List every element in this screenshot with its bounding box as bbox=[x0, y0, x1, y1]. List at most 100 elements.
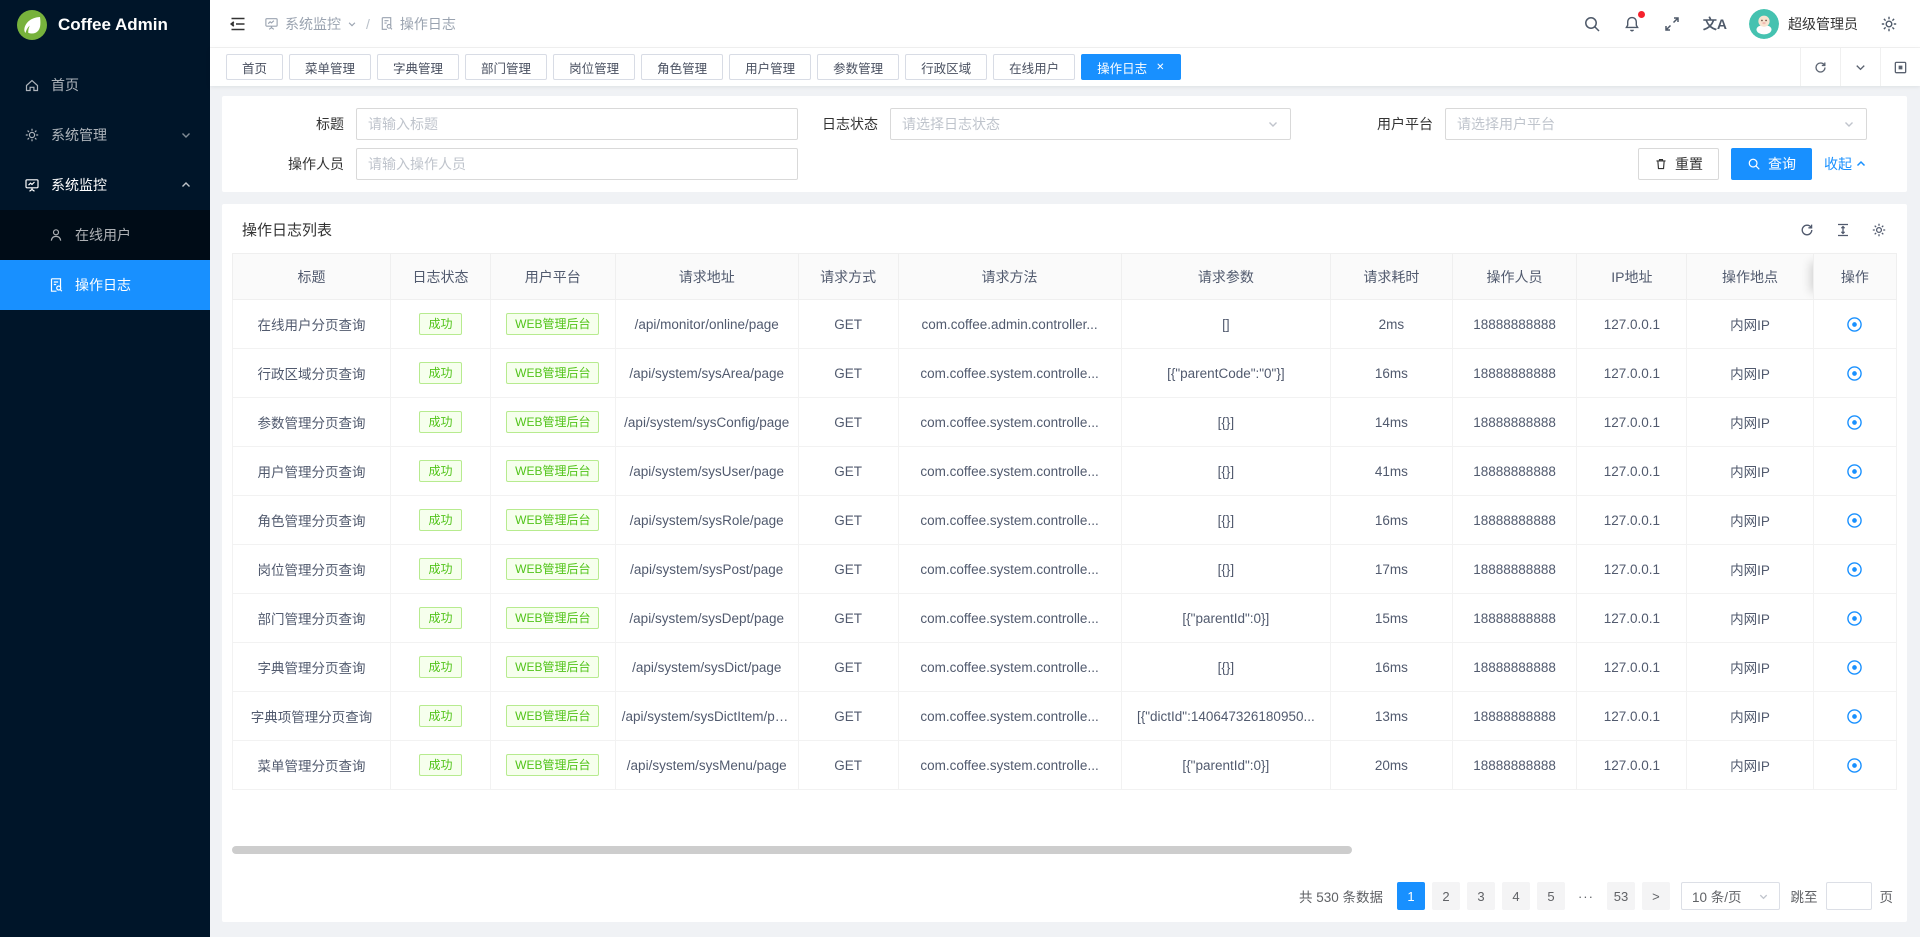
log-status-tag: 成功 bbox=[391, 447, 491, 496]
fullscreen-icon[interactable] bbox=[1663, 15, 1681, 33]
view-detail-eye-icon[interactable] bbox=[1846, 561, 1863, 578]
view-detail-eye-icon[interactable] bbox=[1846, 757, 1863, 774]
tab-菜单管理[interactable]: 菜单管理 bbox=[289, 54, 371, 80]
view-detail-eye-icon[interactable] bbox=[1846, 610, 1863, 627]
user-platform-tag: WEB管理后台 bbox=[490, 594, 615, 643]
view-detail-eye-icon[interactable] bbox=[1846, 463, 1863, 480]
breadcrumb-separator: / bbox=[366, 16, 370, 32]
tab-部门管理[interactable]: 部门管理 bbox=[465, 54, 547, 80]
view-detail-eye-icon[interactable] bbox=[1846, 316, 1863, 333]
cell-request-duration: 16ms bbox=[1331, 643, 1452, 692]
view-detail-eye-icon[interactable] bbox=[1846, 512, 1863, 529]
page-button-5[interactable]: 5 bbox=[1537, 882, 1565, 910]
horizontal-scrollbar-thumb[interactable] bbox=[232, 846, 1352, 854]
page-button-1[interactable]: 1 bbox=[1397, 882, 1425, 910]
tab-在线用户[interactable]: 在线用户 bbox=[993, 54, 1075, 80]
tab-用户管理[interactable]: 用户管理 bbox=[729, 54, 811, 80]
notification-badge bbox=[1638, 11, 1645, 18]
search-icon[interactable] bbox=[1583, 15, 1601, 33]
tab-操作日志[interactable]: 操作日志✕ bbox=[1081, 54, 1180, 80]
sidebar-item-online-users[interactable]: 在线用户 bbox=[0, 210, 210, 260]
row-height-icon[interactable] bbox=[1835, 222, 1851, 238]
cell-ip-address: 127.0.0.1 bbox=[1577, 692, 1687, 741]
page-button-4[interactable]: 4 bbox=[1502, 882, 1530, 910]
notification-bell-icon[interactable] bbox=[1623, 15, 1641, 33]
log-status-select[interactable]: 请选择日志状态 bbox=[890, 108, 1291, 140]
chevron-up-icon bbox=[1855, 158, 1867, 170]
sidebar-item-system-management[interactable]: 系统管理 bbox=[0, 110, 210, 160]
page-button-53[interactable]: 53 bbox=[1607, 882, 1635, 910]
logo[interactable]: Coffee Admin bbox=[0, 0, 210, 50]
cell-request-url: /api/monitor/online/page bbox=[615, 300, 798, 349]
sidebar-fold-icon[interactable] bbox=[228, 14, 248, 34]
sidebar-item-operation-log[interactable]: 操作日志 bbox=[0, 260, 210, 310]
log-status-tag: 成功 bbox=[391, 741, 491, 790]
view-detail-eye-icon[interactable] bbox=[1846, 708, 1863, 725]
user-icon bbox=[48, 227, 64, 243]
refresh-icon[interactable] bbox=[1800, 48, 1840, 86]
maximize-content-icon[interactable] bbox=[1880, 48, 1920, 86]
tabs-dropdown-chevron-icon[interactable] bbox=[1840, 48, 1880, 86]
filter-field-user-platform: 用户平台 请选择用户平台 bbox=[1353, 107, 1891, 141]
page-button-3[interactable]: 3 bbox=[1467, 882, 1495, 910]
tab-字典管理[interactable]: 字典管理 bbox=[377, 54, 459, 80]
user-platform-select[interactable]: 请选择用户平台 bbox=[1445, 108, 1867, 140]
log-status-tag: 成功 bbox=[391, 692, 491, 741]
title-input[interactable] bbox=[356, 108, 798, 140]
cell-request-duration: 17ms bbox=[1331, 545, 1452, 594]
column-header-标题: 标题 bbox=[233, 254, 391, 300]
cell-request-type: GET bbox=[798, 398, 898, 447]
view-detail-eye-icon[interactable] bbox=[1846, 365, 1863, 382]
cell-location: 内网IP bbox=[1687, 741, 1813, 790]
cell-title: 岗位管理分页查询 bbox=[233, 545, 391, 594]
table-row: 用户管理分页查询成功WEB管理后台/api/system/sysUser/pag… bbox=[233, 447, 1897, 496]
log-status-tag: 成功 bbox=[419, 754, 461, 776]
filter-actions: 重置 查询 收起 bbox=[798, 147, 1891, 181]
reset-button[interactable]: 重置 bbox=[1638, 148, 1719, 180]
next-page-button[interactable]: > bbox=[1642, 882, 1670, 910]
user-platform-tag: WEB管理后台 bbox=[506, 411, 599, 433]
translate-icon[interactable]: 文A bbox=[1703, 14, 1727, 34]
collapse-filters-link[interactable]: 收起 bbox=[1824, 154, 1867, 174]
user-platform-tag: WEB管理后台 bbox=[506, 558, 599, 580]
tab-岗位管理[interactable]: 岗位管理 bbox=[553, 54, 635, 80]
jump-page-input[interactable] bbox=[1826, 882, 1872, 910]
operator-input[interactable] bbox=[356, 148, 798, 180]
search-icon bbox=[1747, 157, 1761, 171]
log-status-tag: 成功 bbox=[419, 509, 461, 531]
cell-title: 部门管理分页查询 bbox=[233, 594, 391, 643]
page-size-select[interactable]: 10 条/页 bbox=[1681, 882, 1780, 910]
tab-参数管理[interactable]: 参数管理 bbox=[817, 54, 899, 80]
app-title: Coffee Admin bbox=[58, 15, 168, 35]
tab-首页[interactable]: 首页 bbox=[226, 54, 283, 80]
cell-request-params: [{}] bbox=[1121, 447, 1331, 496]
search-button[interactable]: 查询 bbox=[1731, 148, 1812, 180]
breadcrumb-item-system-monitor[interactable]: 系统监控 bbox=[264, 14, 357, 34]
user-platform-label: 用户平台 bbox=[1353, 114, 1445, 134]
user-menu[interactable]: 超级管理员 bbox=[1749, 9, 1858, 39]
card-title: 操作日志列表 bbox=[242, 219, 332, 240]
tab-行政区域[interactable]: 行政区域 bbox=[905, 54, 987, 80]
page-button-2[interactable]: 2 bbox=[1432, 882, 1460, 910]
user-platform-tag: WEB管理后台 bbox=[490, 447, 615, 496]
refresh-icon[interactable] bbox=[1799, 222, 1815, 238]
card-header: 操作日志列表 bbox=[222, 204, 1907, 253]
tab-close-icon[interactable]: ✕ bbox=[1156, 62, 1164, 73]
column-settings-gear-icon[interactable] bbox=[1871, 222, 1887, 238]
cell-request-type: GET bbox=[798, 349, 898, 398]
user-platform-tag: WEB管理后台 bbox=[506, 705, 599, 727]
cell-request-duration: 16ms bbox=[1331, 349, 1452, 398]
sidebar-item-home[interactable]: 首页 bbox=[0, 60, 210, 110]
sidebar-item-system-monitor[interactable]: 系统监控 bbox=[0, 160, 210, 210]
view-detail-eye-icon[interactable] bbox=[1846, 414, 1863, 431]
cell-request-type: GET bbox=[798, 692, 898, 741]
settings-gear-icon[interactable] bbox=[1880, 15, 1898, 33]
filter-panel: 标题 日志状态 请选择日志状态 用户平台 请选择用户平台 bbox=[222, 96, 1907, 192]
view-detail-eye-icon[interactable] bbox=[1846, 659, 1863, 676]
cell-location: 内网IP bbox=[1687, 300, 1813, 349]
breadcrumb-item-operation-log: 操作日志 bbox=[379, 14, 456, 34]
tab-角色管理[interactable]: 角色管理 bbox=[641, 54, 723, 80]
cell-location: 内网IP bbox=[1687, 496, 1813, 545]
table-row: 菜单管理分页查询成功WEB管理后台/api/system/sysMenu/pag… bbox=[233, 741, 1897, 790]
log-list-card: 操作日志列表 标题日志状态用户平台请求地址请求方式请求方法请求参数请求耗时操作人… bbox=[222, 204, 1907, 922]
